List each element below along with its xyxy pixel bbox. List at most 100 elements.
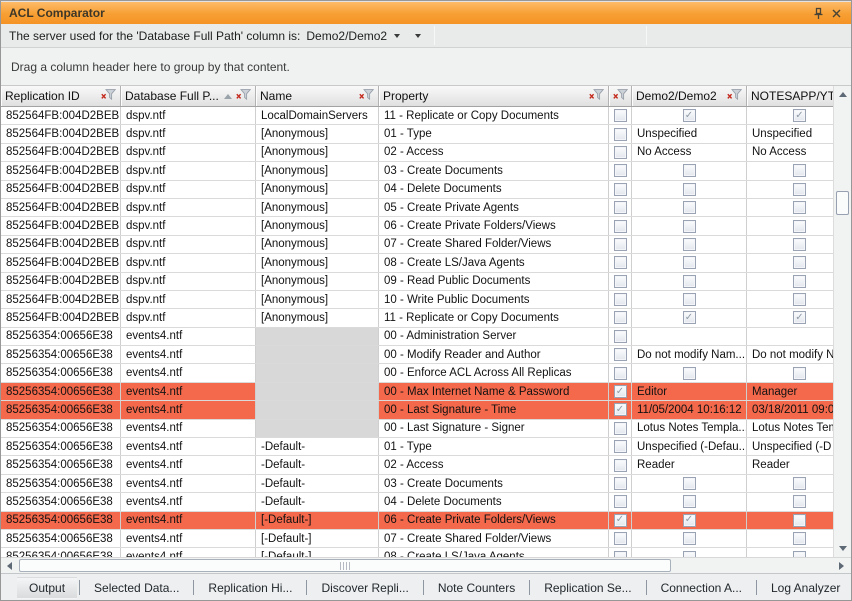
checkbox-unchecked[interactable] <box>614 146 627 159</box>
checkbox-unchecked[interactable] <box>614 459 627 472</box>
scroll-right-button[interactable] <box>833 558 850 573</box>
grid-row[interactable]: 85256354:00656E38events4.ntf[-Default-]0… <box>1 530 833 548</box>
checkbox-unchecked[interactable] <box>793 183 806 196</box>
grid-row[interactable]: 852564FB:004D2BEBdspv.ntf[Anonymous]05 -… <box>1 199 833 217</box>
grid-row[interactable]: 85256354:00656E38events4.ntf00 - Enforce… <box>1 364 833 382</box>
grid-row[interactable]: 85256354:00656E38events4.ntf-Default-02 … <box>1 456 833 474</box>
tab-log-analyzer[interactable]: Log Analyzer <box>759 577 852 599</box>
tab-discover-repli[interactable]: Discover Repli... <box>309 577 420 599</box>
grid-row[interactable]: 852564FB:004D2BEBdspv.ntf[Anonymous]08 -… <box>1 254 833 272</box>
checkbox-unchecked[interactable] <box>614 422 627 435</box>
grid-row[interactable]: 85256354:00656E38events4.ntf[-Default-]0… <box>1 548 833 557</box>
tab-replication-se[interactable]: Replication Se... <box>532 577 643 599</box>
checkbox-unchecked[interactable] <box>614 311 627 324</box>
h-scrollbar[interactable] <box>1 557 851 573</box>
checkbox-unchecked[interactable] <box>614 238 627 251</box>
grid-row[interactable]: 852564FB:004D2BEBdspv.ntf[Anonymous]10 -… <box>1 291 833 309</box>
filter-icon[interactable] <box>359 89 374 103</box>
checkbox-unchecked[interactable] <box>614 477 627 490</box>
column-header-notesapp-yt[interactable]: NOTESAPP/YT. <box>747 86 833 106</box>
h-scroll-thumb[interactable] <box>19 559 671 572</box>
checkbox-checked[interactable] <box>614 514 627 527</box>
grid-row[interactable]: 85256354:00656E38events4.ntf00 - Modify … <box>1 346 833 364</box>
tab-replication-hi[interactable]: Replication Hi... <box>196 577 304 599</box>
server-combobox-value[interactable]: Demo2/Demo2 <box>306 29 387 43</box>
grid-row[interactable]: 85256354:00656E38events4.ntf[-Default-]0… <box>1 512 833 530</box>
grid-row[interactable]: 852564FB:004D2BEBdspv.ntfLocalDomainServ… <box>1 107 833 125</box>
column-header-property[interactable]: Property <box>379 86 609 106</box>
checkbox-unchecked[interactable] <box>614 367 627 380</box>
checkbox-unchecked[interactable] <box>683 293 696 306</box>
grid-row[interactable]: 85256354:00656E38events4.ntf-Default-01 … <box>1 438 833 456</box>
checkbox-unchecked[interactable] <box>793 293 806 306</box>
tab-connection-a[interactable]: Connection A... <box>649 577 754 599</box>
tab-output[interactable]: Output <box>17 577 77 599</box>
filter-icon[interactable] <box>589 89 604 103</box>
checkbox-unchecked[interactable] <box>683 201 696 214</box>
checkbox-unchecked[interactable] <box>683 477 696 490</box>
checkbox-checked[interactable] <box>793 109 806 122</box>
grid-row[interactable]: 852564FB:004D2BEBdspv.ntf[Anonymous]06 -… <box>1 217 833 235</box>
checkbox-unchecked[interactable] <box>683 164 696 177</box>
scroll-up-button[interactable] <box>834 86 851 103</box>
grid-row[interactable]: 852564FB:004D2BEBdspv.ntf[Anonymous]03 -… <box>1 162 833 180</box>
grid-row[interactable]: 852564FB:004D2BEBdspv.ntf[Anonymous]02 -… <box>1 144 833 162</box>
checkbox-checked[interactable] <box>614 403 627 416</box>
v-scrollbar[interactable] <box>833 86 851 557</box>
column-header-name[interactable]: Name <box>256 86 379 106</box>
checkbox-unchecked[interactable] <box>614 183 627 196</box>
checkbox-unchecked[interactable] <box>793 238 806 251</box>
checkbox-unchecked[interactable] <box>683 183 696 196</box>
checkbox-unchecked[interactable] <box>614 275 627 288</box>
scroll-left-button[interactable] <box>1 558 18 573</box>
grid-row[interactable]: 852564FB:004D2BEBdspv.ntf[Anonymous]11 -… <box>1 309 833 327</box>
grid-row[interactable]: 85256354:00656E38events4.ntf-Default-04 … <box>1 493 833 511</box>
tab-note-counters[interactable]: Note Counters <box>426 577 527 599</box>
checkbox-checked[interactable] <box>614 385 627 398</box>
checkbox-checked[interactable] <box>683 311 696 324</box>
checkbox-unchecked[interactable] <box>614 495 627 508</box>
filter-icon[interactable] <box>613 89 628 103</box>
grid-row[interactable]: 852564FB:004D2BEBdspv.ntf[Anonymous]07 -… <box>1 236 833 254</box>
grid-row[interactable]: 85256354:00656E38events4.ntf-Default-03 … <box>1 475 833 493</box>
checkbox-unchecked[interactable] <box>614 164 627 177</box>
checkbox-unchecked[interactable] <box>793 275 806 288</box>
filter-icon[interactable] <box>727 89 742 103</box>
checkbox-unchecked[interactable] <box>683 275 696 288</box>
checkbox-unchecked[interactable] <box>793 164 806 177</box>
checkbox-unchecked[interactable] <box>614 109 627 122</box>
checkbox-unchecked[interactable] <box>614 440 627 453</box>
grid-row[interactable]: 85256354:00656E38events4.ntf00 - Max Int… <box>1 383 833 401</box>
checkbox-checked[interactable] <box>683 109 696 122</box>
server-combo-dropdown-icon[interactable] <box>394 34 400 38</box>
grid-row[interactable]: 85256354:00656E38events4.ntf00 - Adminis… <box>1 328 833 346</box>
scroll-down-button[interactable] <box>834 540 851 557</box>
checkbox-unchecked[interactable] <box>614 330 627 343</box>
checkbox-unchecked[interactable] <box>683 367 696 380</box>
tab-selected-data[interactable]: Selected Data... <box>82 577 191 599</box>
grid-row[interactable]: 852564FB:004D2BEBdspv.ntf[Anonymous]09 -… <box>1 273 833 291</box>
grid-row[interactable]: 85256354:00656E38events4.ntf00 - Last Si… <box>1 401 833 419</box>
grid-row[interactable]: 852564FB:004D2BEBdspv.ntf[Anonymous]04 -… <box>1 181 833 199</box>
checkbox-unchecked[interactable] <box>793 532 806 545</box>
grid-row[interactable]: 852564FB:004D2BEBdspv.ntf[Anonymous]01 -… <box>1 125 833 143</box>
checkbox-unchecked[interactable] <box>614 220 627 233</box>
checkbox-unchecked[interactable] <box>793 201 806 214</box>
checkbox-unchecked[interactable] <box>683 220 696 233</box>
group-by-bar[interactable]: Drag a column header here to group by th… <box>1 48 851 86</box>
checkbox-unchecked[interactable] <box>683 238 696 251</box>
checkbox-unchecked[interactable] <box>614 348 627 361</box>
grid-row[interactable]: 85256354:00656E38events4.ntf00 - Last Si… <box>1 420 833 438</box>
checkbox-unchecked[interactable] <box>614 293 627 306</box>
checkbox-unchecked[interactable] <box>793 477 806 490</box>
checkbox-unchecked[interactable] <box>793 220 806 233</box>
v-scroll-track[interactable] <box>834 103 851 540</box>
checkbox-unchecked[interactable] <box>614 256 627 269</box>
checkbox-unchecked[interactable] <box>683 532 696 545</box>
column-header-flag[interactable] <box>609 86 632 106</box>
filter-icon[interactable] <box>101 89 116 103</box>
checkbox-unchecked[interactable] <box>614 128 627 141</box>
checkbox-unchecked[interactable] <box>614 532 627 545</box>
column-header-demo2-demo2[interactable]: Demo2/Demo2 <box>632 86 747 106</box>
checkbox-unchecked[interactable] <box>793 256 806 269</box>
